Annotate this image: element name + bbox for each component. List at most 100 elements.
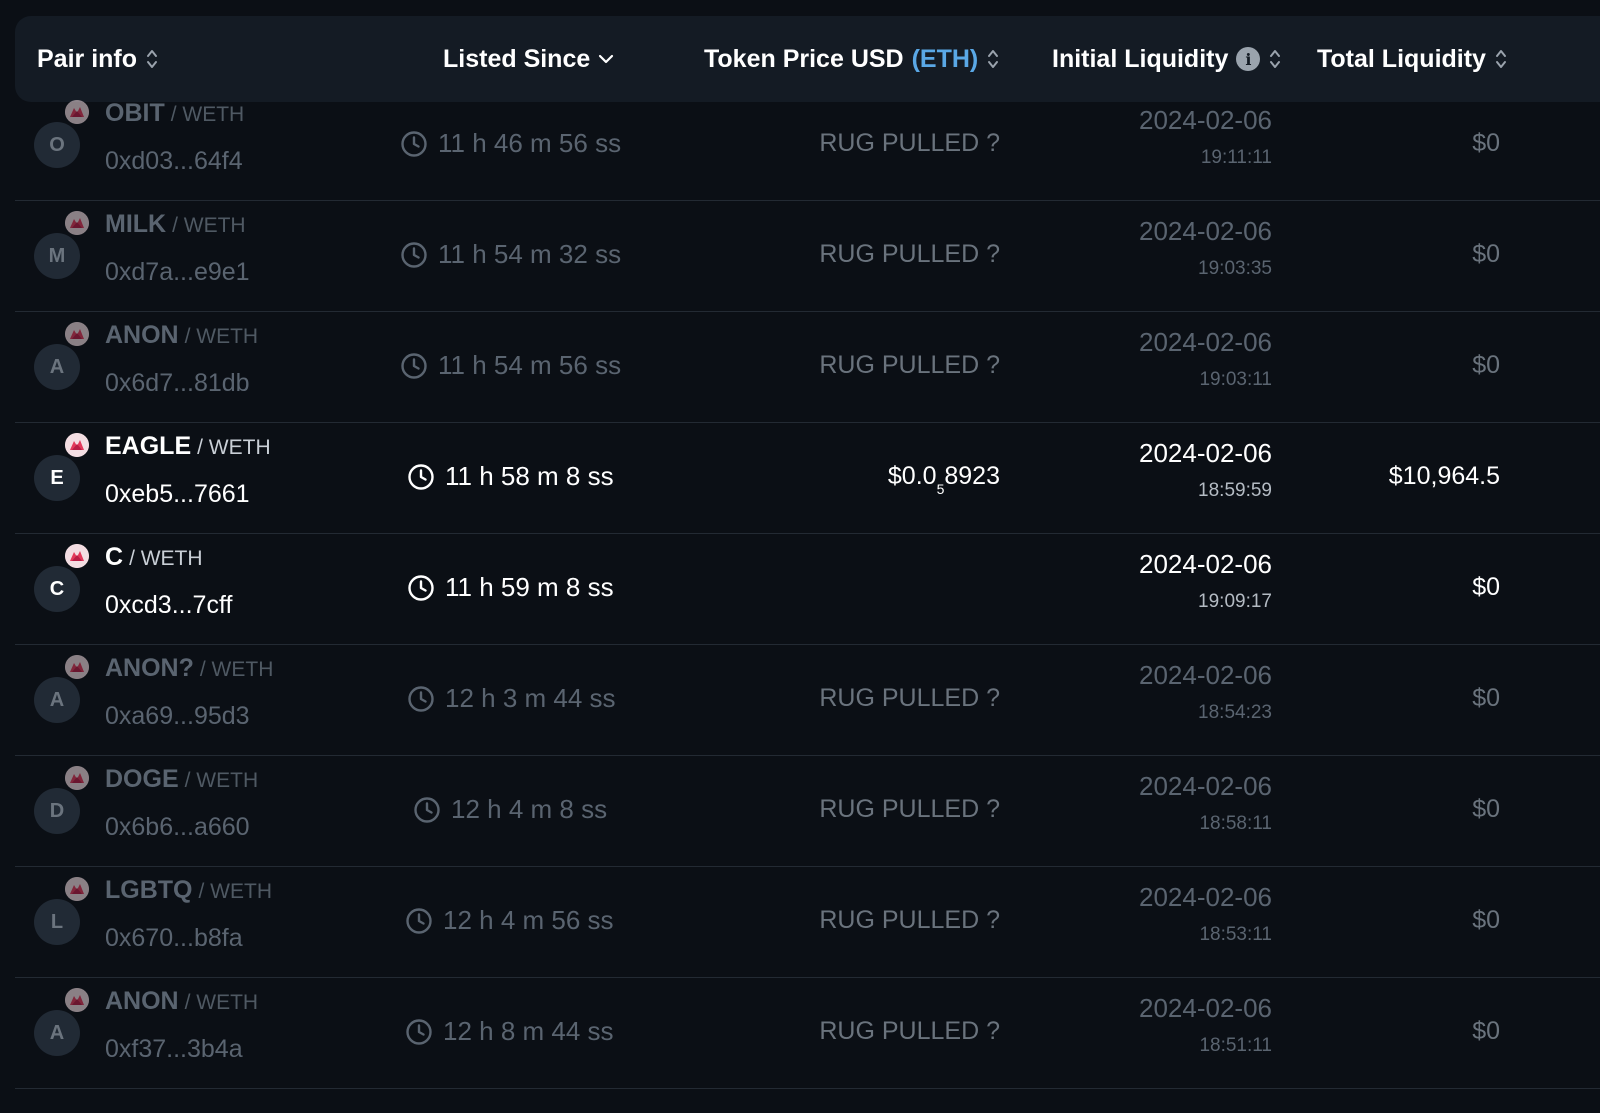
pair-address[interactable]: 0xa69...95d3 xyxy=(105,702,250,731)
listed-since: 11 h 46 m 56 ss xyxy=(400,128,621,159)
listed-time: 19:03:35 xyxy=(1198,258,1272,279)
total-liquidity: $0 xyxy=(1472,351,1500,379)
pair-name[interactable]: DOGE / WETH xyxy=(105,765,258,794)
pair-name[interactable]: LGBTQ / WETH xyxy=(105,876,272,905)
column-header-total-liquidity[interactable]: Total Liquidity xyxy=(1317,16,1508,102)
chain-badge-icon xyxy=(65,655,89,679)
total-liquidity: $0 xyxy=(1472,573,1500,601)
token-initial: M xyxy=(48,244,66,267)
column-header-token-price[interactable]: Token Price USD (ETH) xyxy=(704,16,1000,102)
total-liquidity: $0 xyxy=(1472,240,1500,268)
listed-since-value: 11 h 59 m 8 ss xyxy=(445,572,614,602)
listed-time: 19:03:11 xyxy=(1199,369,1272,390)
price-label: RUG PULLED ? xyxy=(819,684,1000,712)
listed-since-value: 11 h 58 m 8 ss xyxy=(445,461,614,491)
token-symbol: MILK xyxy=(105,210,167,238)
column-header-pair-info[interactable]: Pair info xyxy=(37,16,159,102)
token-price: RUG PULLED ? xyxy=(819,351,1000,380)
token-symbol: EAGLE xyxy=(105,432,192,460)
column-header-listed-since[interactable]: Listed Since xyxy=(443,16,614,102)
table-row[interactable]: E EAGLE / WETH 0xeb5...7661 11 h 58 m 8 … xyxy=(15,423,1600,534)
listed-time: 18:54:23 xyxy=(1198,702,1272,723)
column-header-label: Pair info xyxy=(37,44,138,73)
token-initial: A xyxy=(49,688,65,711)
listed-date: 2024-02-06 xyxy=(1139,660,1272,690)
pair-name[interactable]: ANON / WETH xyxy=(105,987,258,1016)
sort-icon xyxy=(988,50,999,68)
listed-since-value: 12 h 4 m 8 ss xyxy=(451,794,608,824)
token-initial: D xyxy=(49,799,65,822)
price-label: RUG PULLED ? xyxy=(819,351,1000,379)
token-avatar: M xyxy=(34,233,80,279)
clock-icon xyxy=(401,130,427,157)
listed-date: 2024-02-06 xyxy=(1139,327,1272,357)
token-avatar: O xyxy=(34,122,80,168)
token-initial: A xyxy=(49,1021,65,1044)
table-row[interactable]: A ANON? / WETH 0xa69...95d3 12 h 3 m 44 … xyxy=(15,645,1600,756)
sort-icon xyxy=(147,50,158,68)
token-avatar: A xyxy=(34,1010,80,1056)
token-price: RUG PULLED ? xyxy=(819,906,1000,935)
token-symbol: ANON xyxy=(105,987,179,1015)
clock-icon xyxy=(401,352,427,379)
token-price: RUG PULLED ? xyxy=(819,1017,1000,1046)
token-price: $0.058923 xyxy=(888,462,1000,497)
listed-date: 2024-02-06 xyxy=(1139,549,1272,579)
pair-address[interactable]: 0x670...b8fa xyxy=(105,924,243,953)
pair-name[interactable]: OBIT / WETH xyxy=(105,99,244,128)
token-avatar: E xyxy=(34,455,80,501)
token-avatar: L xyxy=(34,899,80,945)
listed-since: 11 h 54 m 32 ss xyxy=(400,239,621,270)
listed-since: 12 h 3 m 44 ss xyxy=(407,683,616,714)
listed-date: 2024-02-06 xyxy=(1139,438,1272,468)
token-symbol: ANON xyxy=(105,321,179,349)
token-initial: E xyxy=(50,466,64,489)
table-row[interactable]: A ANON / WETH 0x6d7...81db 11 h 54 m 56 … xyxy=(15,312,1600,423)
pair-address[interactable]: 0x6b6...a660 xyxy=(105,813,250,842)
token-avatar: D xyxy=(34,788,80,834)
chain-badge-icon xyxy=(65,211,89,235)
listed-time: 18:53:11 xyxy=(1199,924,1272,945)
pair-address[interactable]: 0xcd3...7cff xyxy=(105,591,232,620)
listed-time: 18:51:11 xyxy=(1199,1035,1272,1056)
price-label: RUG PULLED ? xyxy=(819,906,1000,934)
info-icon[interactable]: i xyxy=(1236,47,1261,71)
quote-symbol: / WETH xyxy=(197,436,271,459)
table-row[interactable]: O OBIT / WETH 0xd03...64f4 11 h 46 m 56 … xyxy=(15,99,1600,201)
pair-name[interactable]: ANON? / WETH xyxy=(105,654,273,683)
table-body: O OBIT / WETH 0xd03...64f4 11 h 46 m 56 … xyxy=(15,99,1600,1089)
chain-badge-icon xyxy=(65,766,89,790)
table-row[interactable]: A ANON / WETH 0xf37...3b4a 12 h 8 m 44 s… xyxy=(15,978,1600,1089)
pair-address[interactable]: 0xf37...3b4a xyxy=(105,1035,243,1064)
table-row[interactable]: M MILK / WETH 0xd7a...e9e1 11 h 54 m 32 … xyxy=(15,201,1600,312)
token-avatar: C xyxy=(34,566,80,612)
pair-address[interactable]: 0x6d7...81db xyxy=(105,369,250,398)
clock-icon xyxy=(408,685,434,712)
clock-icon xyxy=(401,241,427,268)
pair-name[interactable]: ANON / WETH xyxy=(105,321,258,350)
listed-since-value: 11 h 54 m 32 ss xyxy=(438,239,622,269)
pair-address[interactable]: 0xeb5...7661 xyxy=(105,480,250,509)
listed-since: 11 h 59 m 8 ss xyxy=(407,572,614,603)
column-header-label: Token Price USD xyxy=(704,44,904,73)
pair-name[interactable]: C / WETH xyxy=(105,543,203,572)
chain-badge-icon xyxy=(65,877,89,901)
pair-address[interactable]: 0xd03...64f4 xyxy=(105,147,243,176)
table-row[interactable]: L LGBTQ / WETH 0x670...b8fa 12 h 4 m 56 … xyxy=(15,867,1600,978)
pair-name[interactable]: MILK / WETH xyxy=(105,210,246,239)
token-avatar: A xyxy=(34,677,80,723)
listed-date: 2024-02-06 xyxy=(1139,882,1272,912)
price-label: RUG PULLED ? xyxy=(819,240,1000,268)
table-row[interactable]: D DOGE / WETH 0x6b6...a660 12 h 4 m 8 ss… xyxy=(15,756,1600,867)
listed-time: 18:58:11 xyxy=(1199,813,1272,834)
token-price: RUG PULLED ? xyxy=(819,240,1000,269)
price-unit-label: (ETH) xyxy=(911,44,979,73)
column-header-initial-liquidity[interactable]: Initial Liquidity i xyxy=(1052,16,1282,102)
pair-address[interactable]: 0xd7a...e9e1 xyxy=(105,258,250,287)
clock-icon xyxy=(414,796,440,823)
total-liquidity: $0 xyxy=(1472,129,1500,157)
table-row[interactable]: C C / WETH 0xcd3...7cff 11 h 59 m 8 ss 2… xyxy=(15,534,1600,645)
pair-name[interactable]: EAGLE / WETH xyxy=(105,432,271,461)
token-symbol: ANON? xyxy=(105,654,194,682)
token-symbol: OBIT xyxy=(105,99,165,127)
